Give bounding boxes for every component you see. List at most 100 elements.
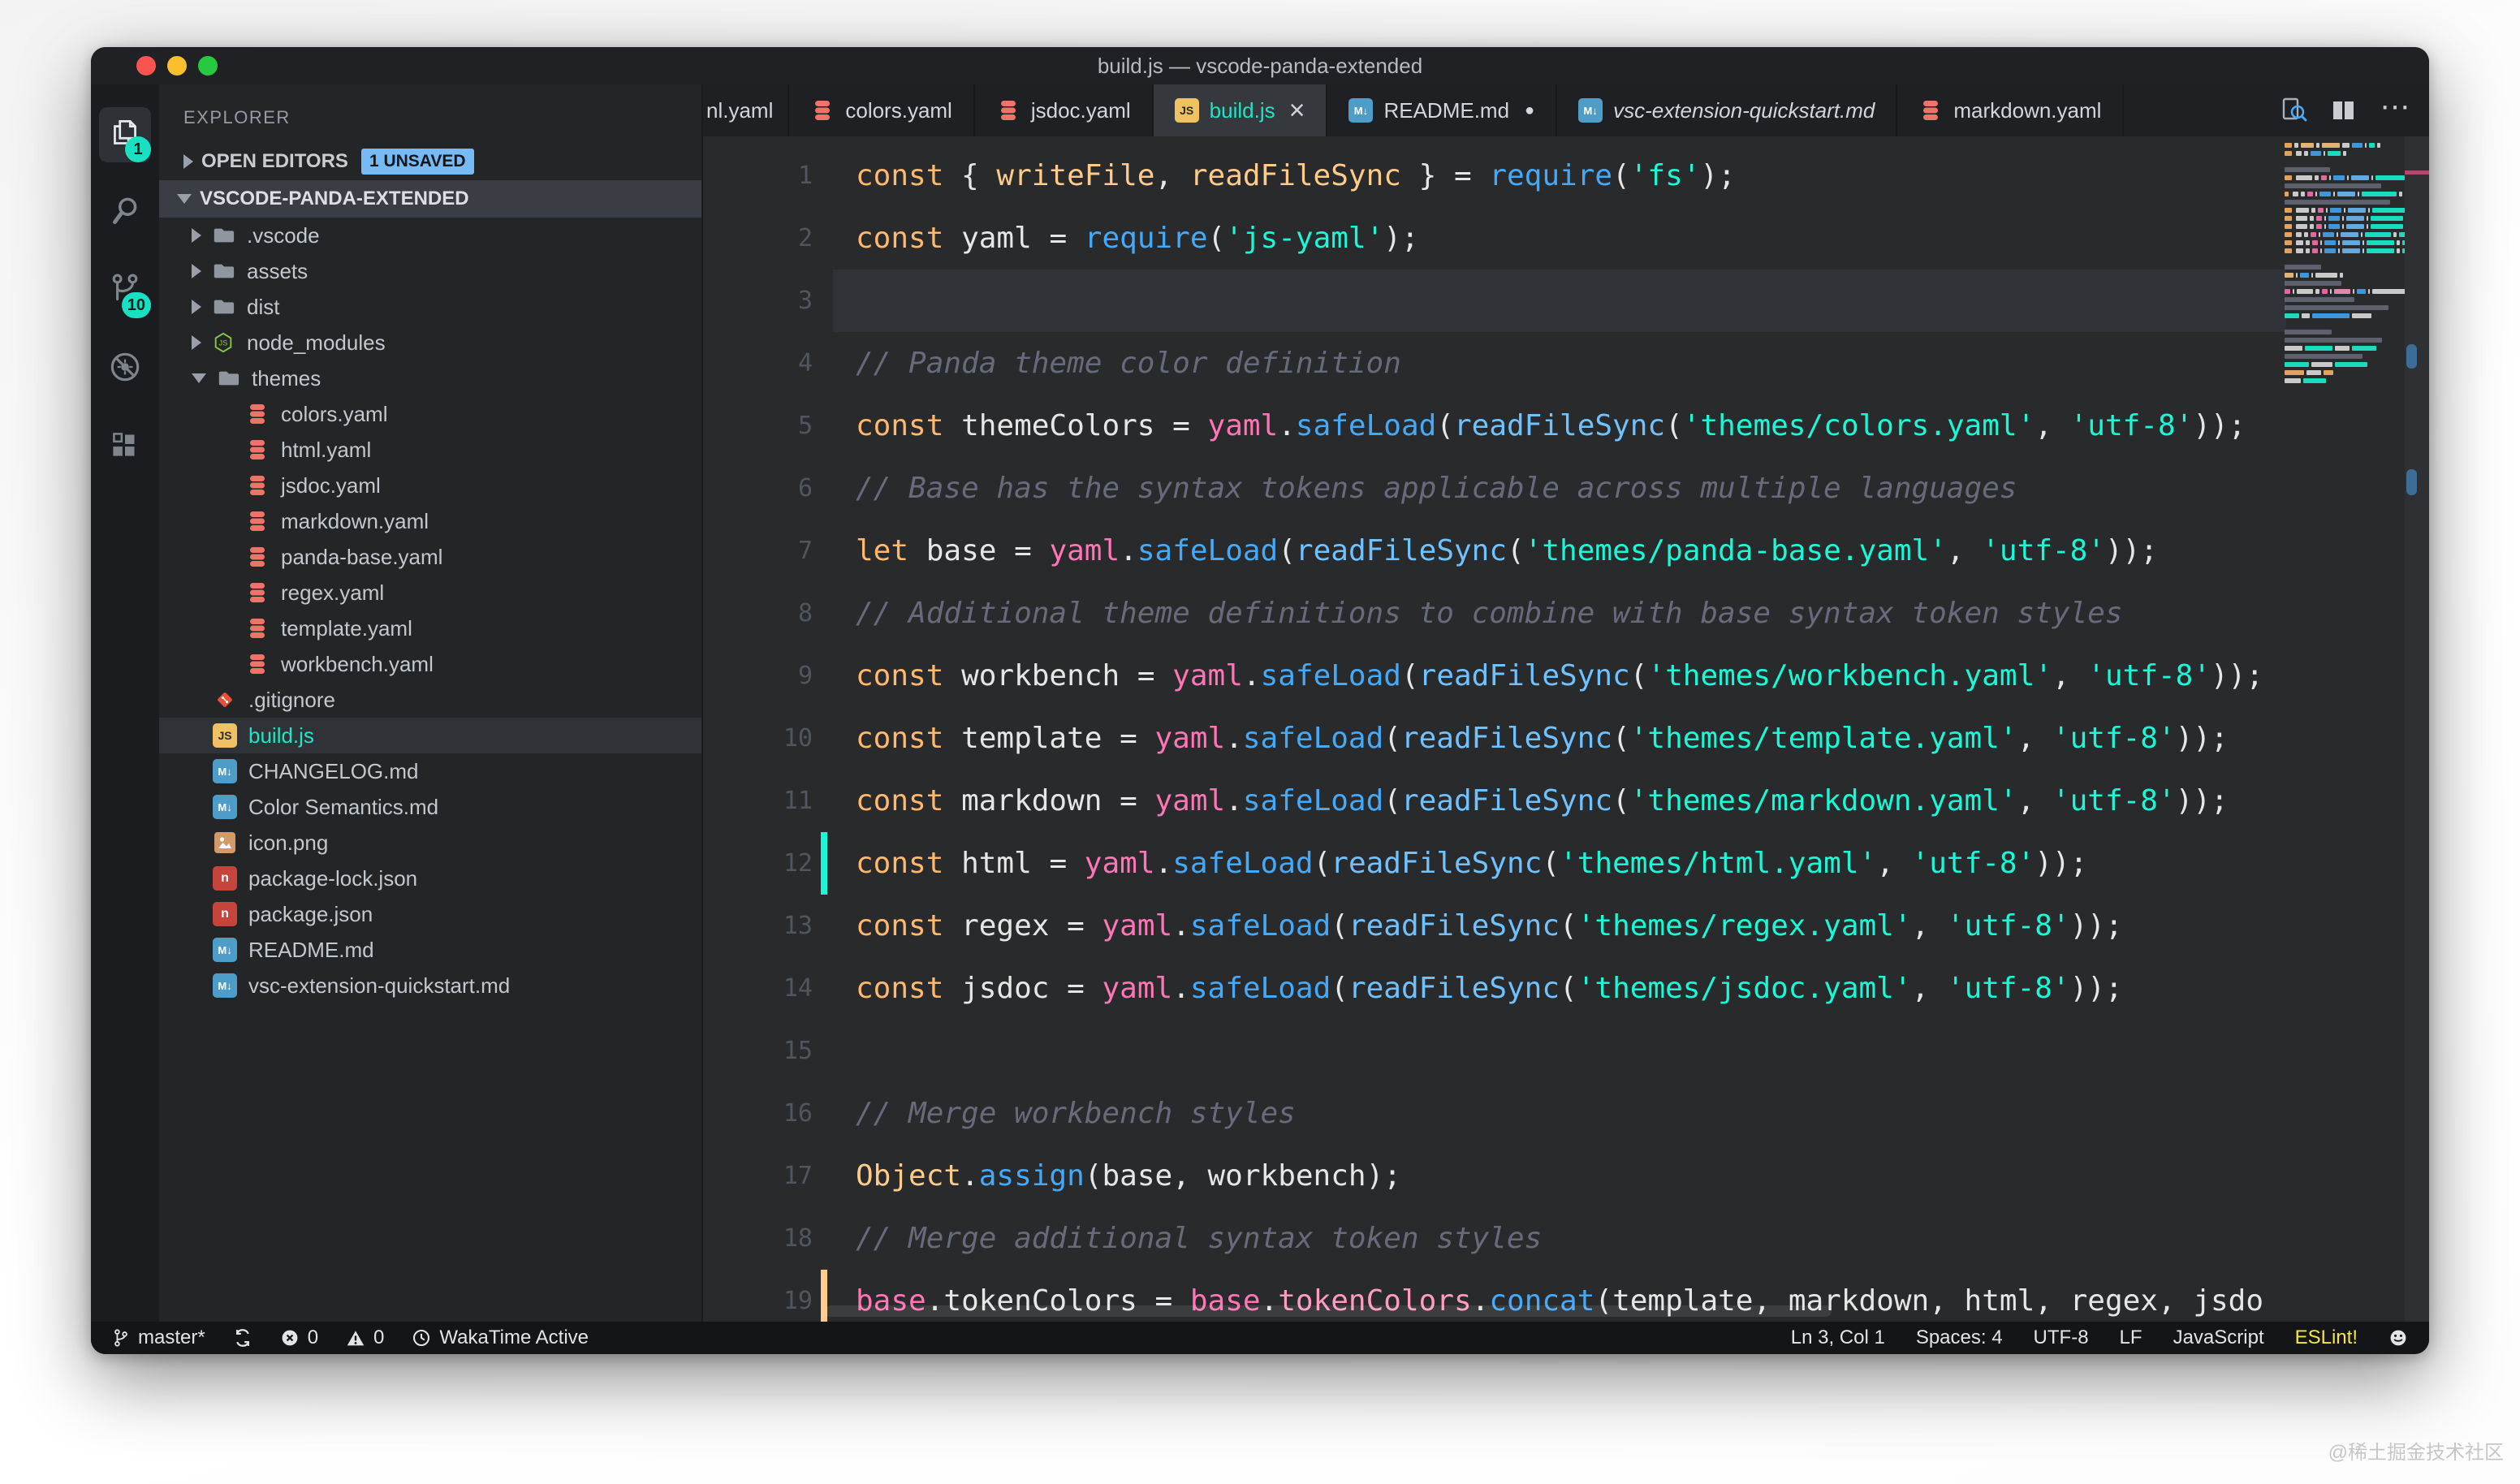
tab-nl-yaml[interactable]: nl.yaml [703,84,790,136]
js-file-icon: JS [213,723,237,748]
tree-item-label: icon.png [248,830,329,855]
tab-markdown-yaml[interactable]: markdown.yaml [1897,84,2125,136]
status-indentation[interactable]: Spaces: 4 [1916,1327,2003,1349]
status-language-mode[interactable]: JavaScript [2173,1327,2264,1349]
tree-item-label: package-lock.json [248,865,418,891]
code-line: 11 const markdown = yaml.safeLoad(readFil… [703,770,2429,832]
status-cursor-position[interactable]: Ln 3, Col 1 [1791,1327,1885,1349]
minimap-line [2285,346,2405,354]
activity-debug[interactable] [97,330,153,408]
md-file-icon: M↓ [1578,98,1603,123]
tree-item-label: Color Semantics.md [248,794,439,819]
code-line: 2 const yaml = require('js-yaml'); [703,207,2429,270]
status-eslint[interactable]: ESLint! [2295,1327,2358,1349]
tree-item-jsdoc-yaml[interactable]: jsdoc.yaml [159,468,701,503]
activity-explorer[interactable]: 1 [97,96,153,174]
folder-file-icon [211,295,235,319]
status-encoding[interactable]: UTF-8 [2034,1327,2089,1349]
activity-source-control[interactable]: 10 [97,252,153,330]
tree-item-label: dist [247,294,280,319]
tree-item-assets[interactable]: assets [159,253,701,289]
tree-item-color-semantics-md[interactable]: M↓ Color Semantics.md [159,789,701,825]
tree-item-workbench-yaml[interactable]: workbench.yaml [159,646,701,682]
tree-item-gitignore[interactable]: .gitignore [159,682,701,718]
gutter-spacer [821,957,827,1020]
gutter-spacer [821,270,827,332]
gutter-spacer [821,520,827,582]
js-file-icon: JS [1174,98,1199,123]
js-glyph: JS [1174,98,1199,123]
line-number: 12 [783,849,813,878]
project-root-folder[interactable]: VSCODE-PANDA-EXTENDED [159,180,701,218]
img-file-icon [213,830,237,855]
code-text: const jsdoc = yaml.safeLoad(readFileSync… [856,972,2123,1005]
tree-item-panda-base-yaml[interactable]: panda-base.yaml [159,539,701,575]
window-title: build.js — vscode-panda-extended [1097,54,1423,78]
activity-extensions[interactable] [97,408,153,485]
split-editor-icon[interactable] [2329,96,2358,125]
tree-item-vsc-extension-quickstart-md[interactable]: M↓ vsc-extension-quickstart.md [159,968,701,1003]
tree-item-readme-md[interactable]: M↓ README.md [159,932,701,968]
status-warnings[interactable]: 0 [346,1327,384,1349]
code-text: Object.assign(base, workbench); [856,1159,1401,1193]
gutter-spacer [821,582,827,645]
status-sync[interactable] [233,1328,252,1348]
tree-item-label: jsdoc.yaml [281,472,381,498]
yaml-file-icon [1918,98,1943,123]
tree-item-regex-yaml[interactable]: regex.yaml [159,575,701,610]
tree-item-changelog-md[interactable]: M↓ CHANGELOG.md [159,753,701,789]
tab-vsc-extension-quickstart-md[interactable]: M↓ vsc-extension-quickstart.md [1557,84,1898,136]
status-git-branch[interactable]: master* [112,1327,205,1349]
md-glyph: M↓ [213,973,237,998]
horizontal-scrollbar[interactable] [825,1305,1832,1317]
status-feedback[interactable] [2388,1328,2408,1348]
minimap[interactable] [2285,143,2405,1322]
minimap-line [2285,362,2405,370]
tree-item-vscode[interactable]: .vscode [159,218,701,253]
tree-item-markdown-yaml[interactable]: markdown.yaml [159,503,701,539]
status-eol[interactable]: LF [2120,1327,2142,1349]
tab-colors-yaml[interactable]: colors.yaml [789,84,975,136]
status-label: JavaScript [2173,1327,2264,1348]
code-text: const workbench = yaml.safeLoad(readFile… [856,659,2264,692]
tree-item-dist[interactable]: dist [159,289,701,325]
extensions-icon [106,426,144,468]
line-number: 3 [797,287,813,315]
tree-item-package-lock-json[interactable]: n package-lock.json [159,861,701,896]
tree-item-label: CHANGELOG.md [248,758,419,783]
code-line: 14 const jsdoc = yaml.safeLoad(readFileSy… [703,957,2429,1020]
status-errors[interactable]: 0 [280,1327,318,1349]
tab-jsdoc-yaml[interactable]: jsdoc.yaml [975,84,1154,136]
minimap-line [2285,297,2405,305]
minimap-line [2285,378,2405,386]
line-number: 1 [797,162,813,190]
open-editors-section[interactable]: OPEN EDITORS 1 UNSAVED [159,143,701,180]
tree-item-html-yaml[interactable]: html.yaml [159,432,701,468]
tab-build-js[interactable]: JS build.js × [1153,84,1328,136]
activity-search[interactable] [97,174,153,252]
code-editor[interactable]: 1 const { writeFile, readFileSync } = req… [703,136,2429,1322]
tree-item-label: themes [252,365,321,390]
overview-ruler[interactable] [2405,136,2429,1322]
unsaved-badge: 1 UNSAVED [360,149,474,175]
tree-item-package-json[interactable]: n package.json [159,896,701,932]
tree-item-label: README.md [248,937,374,962]
tabs: nl.yaml colors.yaml jsdoc.yaml JS build.js × M… [703,84,2125,136]
minimap-line [2285,321,2405,330]
tree-item-colors-yaml[interactable]: colors.yaml [159,396,701,432]
open-preview-icon[interactable] [2279,96,2308,125]
line-number: 5 [797,412,813,440]
tree-item-build-js[interactable]: JS build.js [159,718,701,753]
line-number: 8 [797,599,813,628]
tree-item-node-modules[interactable]: JS node_modules [159,325,701,360]
tree-item-icon-png[interactable]: icon.png [159,825,701,861]
tree-item-themes[interactable]: themes [159,360,701,396]
tree-item-template-yaml[interactable]: template.yaml [159,610,701,646]
status-wakatime[interactable]: WakaTime Active [412,1327,589,1349]
close-icon[interactable]: × [1289,97,1305,124]
line-number: 15 [783,1037,813,1065]
tab-bar: nl.yaml colors.yaml jsdoc.yaml JS build.js × M… [703,84,2429,136]
tab-readme-md[interactable]: M↓ README.md ● [1327,84,1558,136]
more-actions-icon[interactable]: ··· [2380,89,2410,122]
gutter-spacer [821,332,827,395]
